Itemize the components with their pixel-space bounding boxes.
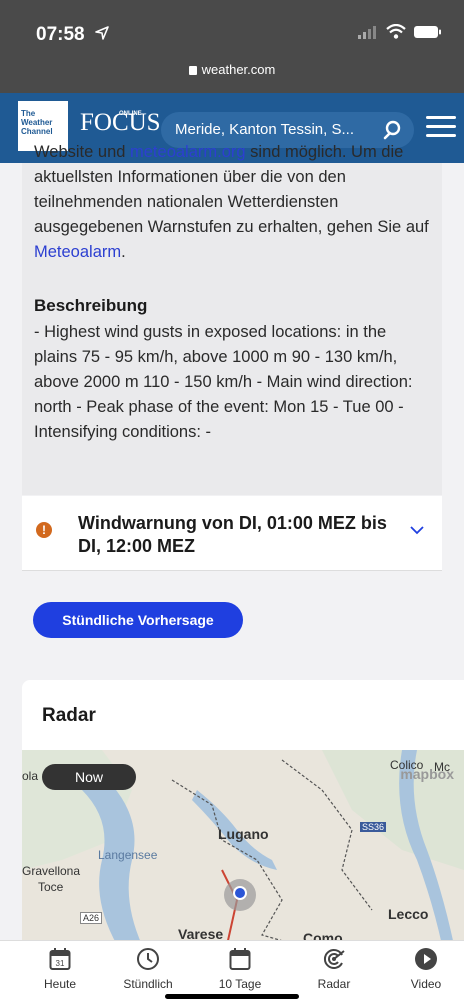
status-bar: 07:58 weather.com (0, 0, 464, 93)
nav-label-hourly: Stündlich (123, 977, 173, 991)
search-input[interactable]: Meride, Kanton Tessin, S... (175, 121, 354, 138)
description-text: - Highest wind gusts in exposed location… (34, 323, 413, 441)
search-icon[interactable] (383, 119, 405, 141)
nav-label-today: Heute (43, 977, 77, 991)
nav-label-radar: Radar (317, 977, 351, 991)
battery-icon (414, 25, 441, 38)
play-icon (415, 948, 437, 970)
status-icons (358, 24, 442, 39)
map-label-lecco: Lecco (388, 906, 429, 922)
hamburger-menu-icon[interactable] (426, 116, 456, 138)
clock-icon (137, 948, 159, 970)
meteoalarm-org-link[interactable]: meteoalarm.org (130, 143, 246, 161)
url-text: weather.com (201, 62, 276, 77)
map-label-toce: Toce (38, 880, 64, 894)
wifi-icon (386, 24, 406, 39)
nav-radar[interactable]: Radar (294, 947, 374, 991)
url-bar[interactable]: weather.com (0, 62, 464, 77)
map-label-lugano: Lugano (218, 826, 269, 842)
calendar-day-icon: 31 (49, 948, 71, 970)
description-title: Beschreibung (34, 296, 148, 315)
nav-hourly[interactable]: Stündlich (108, 947, 188, 991)
warning-icon: ! (36, 522, 52, 538)
lock-icon (188, 66, 197, 75)
map-label-mc: Mc (434, 760, 450, 774)
signal-icon (358, 25, 376, 39)
home-indicator[interactable] (165, 994, 299, 999)
radar-title: Radar (42, 705, 96, 726)
radar-icon (323, 949, 345, 969)
nav-today[interactable]: 31 Heute (20, 947, 100, 991)
map-label-ss36: SS36 (360, 822, 387, 832)
map-label-a26: A26 (80, 912, 103, 924)
calendar-icon (229, 948, 251, 970)
warning-title: Windwarnung von DI, 01:00 MEZ bis DI, 12… (78, 513, 387, 556)
wind-warning-row[interactable]: ! Windwarnung von DI, 01:00 MEZ bis DI, … (22, 496, 442, 571)
nav-video[interactable]: Video (386, 947, 464, 991)
focus-online-label: ONLINE (119, 111, 142, 117)
meteoalarm-link[interactable]: Meteoalarm (34, 243, 121, 261)
location-arrow-icon (95, 26, 109, 40)
status-time: 07:58 (36, 24, 85, 45)
radar-map[interactable]: Now mapbox ola Mc Colico Lugano Langense… (22, 750, 464, 945)
chevron-down-icon[interactable] (410, 526, 424, 535)
map-label-gravellona: Gravellona (22, 864, 81, 878)
nav-label-video: Video (410, 977, 442, 991)
nav-10-days[interactable]: 10 Tage (200, 947, 280, 991)
map-label-ola: ola (22, 769, 39, 783)
nav-label-10-days: 10 Tage (218, 977, 262, 991)
map-label-colico: Colico (390, 758, 424, 772)
hourly-forecast-button[interactable]: Stündliche Vorhersage (33, 602, 243, 638)
alert-info-text: Website und meteoalarm.org sind möglich.… (34, 143, 429, 261)
radar-now-label[interactable]: Now (42, 764, 136, 790)
map-label-langensee: Langensee (98, 848, 158, 862)
calendar-day-number: 31 (56, 959, 65, 968)
